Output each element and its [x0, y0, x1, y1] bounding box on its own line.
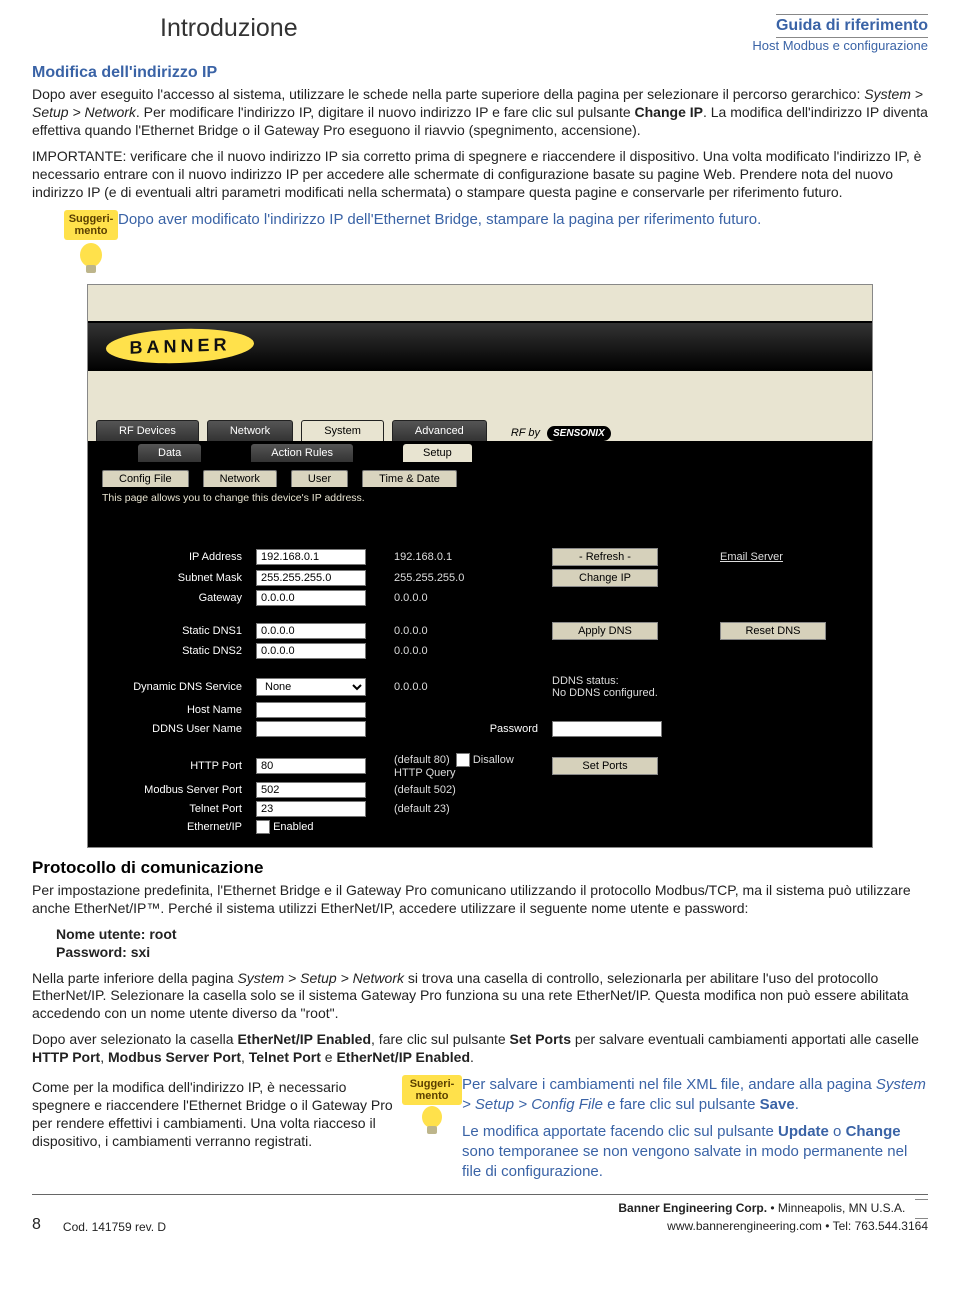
ddnsuser-label: DDNS User Name: [98, 723, 248, 735]
guide-subtitle: Host Modbus e configurazione: [752, 38, 928, 54]
lightbulb-icon: [418, 1105, 446, 1139]
tip-text: Dopo aver modificato l'indirizzo IP dell…: [118, 210, 761, 230]
password-input[interactable]: [552, 721, 662, 737]
help-text: This page allows you to change this devi…: [88, 487, 872, 509]
disallow-checkbox[interactable]: [456, 753, 470, 767]
dns2-label: Static DNS2: [98, 645, 248, 657]
page-header: Introduzione Guida di riferimento Host M…: [32, 14, 928, 54]
gw-input[interactable]: [256, 590, 366, 606]
footer-web: www.bannerengineering.com • Tel: 763.544…: [618, 1219, 928, 1235]
tip-label: Suggeri-mento: [64, 210, 118, 240]
tab-network[interactable]: Network: [207, 420, 293, 441]
subtab-setup[interactable]: Setup: [403, 444, 472, 462]
section-protocol-p3: Dopo aver selezionato la casella EtherNe…: [32, 1031, 928, 1067]
section-ip-p2: IMPORTANTE: verificare che il nuovo indi…: [32, 148, 928, 202]
changeip-button[interactable]: Change IP: [552, 569, 658, 587]
guide-block: Guida di riferimento Host Modbus e confi…: [752, 14, 928, 54]
tip2-label: Suggeri-mento: [402, 1075, 462, 1105]
banner-logo: BANNER: [106, 329, 254, 363]
section-ip-p1: Dopo aver eseguito l'accesso al sistema,…: [32, 86, 928, 140]
creds: Nome utente: root Password: sxi: [56, 926, 928, 962]
footer-corp: Banner Engineering Corp.: [618, 1201, 767, 1215]
chapter-title: Introduzione: [32, 14, 298, 43]
modbus-label: Modbus Server Port: [98, 784, 248, 796]
tip2-text: Per salvare i cambiamenti nel file XML f…: [462, 1075, 928, 1182]
http-input[interactable]: [256, 758, 366, 774]
email-server-link[interactable]: Email Server: [720, 551, 783, 563]
page-footer: 8 Cod. 141759 rev. D Banner Engineering …: [32, 1194, 928, 1234]
password-label: Password: [394, 723, 544, 735]
host-label: Host Name: [98, 704, 248, 716]
section-protocol-title: Protocollo di comunicazione: [32, 858, 928, 878]
ddns-status: DDNS status:No DDNS configured.: [552, 675, 860, 699]
ip-display: 192.168.0.1: [394, 551, 544, 563]
mask-label: Subnet Mask: [98, 572, 248, 584]
main-tabs: RF Devices Network System Advanced RF by…: [88, 415, 872, 441]
config-screenshot: BANNER RF Devices Network System Advance…: [87, 284, 873, 848]
dns2-input[interactable]: [256, 643, 366, 659]
section-protocol-p2: Nella parte inferiore della pagina Syste…: [32, 970, 928, 1024]
telnet-label: Telnet Port: [98, 803, 248, 815]
ip-input[interactable]: [256, 549, 366, 565]
host-input[interactable]: [256, 702, 366, 718]
telnet-input[interactable]: [256, 801, 366, 817]
eip-label: Ethernet/IP: [98, 821, 248, 833]
modbus-input[interactable]: [256, 782, 366, 798]
resetdns-button[interactable]: Reset DNS: [720, 622, 826, 640]
btn-network[interactable]: Network: [203, 470, 277, 487]
refresh-button[interactable]: - Refresh -: [552, 548, 658, 566]
section-protocol-p4: Come per la modifica dell'indirizzo IP, …: [32, 1079, 402, 1151]
tip-2-row: Come per la modifica dell'indirizzo IP, …: [32, 1075, 928, 1182]
btn-config-file[interactable]: Config File: [102, 470, 189, 487]
ip-label: IP Address: [98, 551, 248, 563]
tab-rf-devices[interactable]: RF Devices: [96, 420, 199, 441]
footer-cod: Cod. 141759 rev. D: [63, 1220, 166, 1234]
tab-system[interactable]: System: [301, 420, 384, 441]
ddns-select[interactable]: None: [256, 678, 366, 696]
btn-time-date[interactable]: Time & Date: [362, 470, 457, 487]
applydns-button[interactable]: Apply DNS: [552, 622, 658, 640]
http-label: HTTP Port: [98, 760, 248, 772]
page-number: 8: [32, 1216, 41, 1234]
tab-advanced[interactable]: Advanced: [392, 420, 487, 441]
dns1-input[interactable]: [256, 623, 366, 639]
ddnsuser-input[interactable]: [256, 721, 366, 737]
gw-label: Gateway: [98, 592, 248, 604]
btn-user[interactable]: User: [291, 470, 348, 487]
sub-tabs: Data Action Rules Setup: [88, 441, 872, 465]
eip-checkbox[interactable]: [256, 820, 270, 834]
section-protocol-p1: Per impostazione predefinita, l'Ethernet…: [32, 882, 928, 918]
guide-title: Guida di riferimento: [776, 16, 928, 36]
setup-tabs: Config File Network User Time & Date: [88, 465, 872, 487]
ddns-label: Dynamic DNS Service: [98, 681, 248, 693]
tip-1: Suggeri-mento Dopo aver modificato l'ind…: [64, 210, 928, 278]
subtab-data[interactable]: Data: [138, 444, 201, 462]
setports-button[interactable]: Set Ports: [552, 757, 658, 775]
subtab-action-rules[interactable]: Action Rules: [251, 444, 353, 462]
lightbulb-icon: [76, 242, 106, 278]
mask-input[interactable]: [256, 570, 366, 586]
dns1-label: Static DNS1: [98, 625, 248, 637]
section-ip-title: Modifica dell'indirizzo IP: [32, 64, 928, 82]
